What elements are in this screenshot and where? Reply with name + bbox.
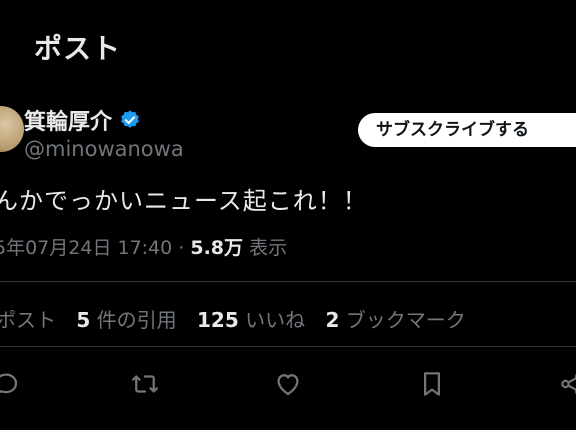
views-count: 5.8万 xyxy=(190,237,244,259)
engagement-stats: ポスト 5 件の引用 125 いいね 2 ブックマーク xyxy=(0,304,480,333)
avatar[interactable] xyxy=(0,106,24,152)
quotes-stat[interactable]: 5 件の引用 xyxy=(76,308,176,332)
reply-icon[interactable] xyxy=(0,369,21,399)
subscribe-button[interactable]: サブスクライブする xyxy=(358,113,576,147)
reposts-stat[interactable]: ポスト xyxy=(0,308,56,332)
author-name[interactable]: 箕輪厚介 xyxy=(24,104,112,136)
author-handle[interactable]: @minowanowa xyxy=(24,137,184,161)
views-label: 表示 xyxy=(243,237,288,259)
bookmarks-count: 2 xyxy=(325,308,340,332)
likes-count: 125 xyxy=(197,308,239,332)
author-name-row: 箕輪厚介 xyxy=(24,104,141,136)
verified-badge-icon xyxy=(119,109,141,131)
likes-stat[interactable]: 125 いいね xyxy=(197,308,305,332)
like-icon[interactable] xyxy=(273,369,303,399)
bookmark-icon[interactable] xyxy=(417,369,447,399)
post-detail-page: ポスト 箕輪厚介 @minowanowa サブスクライブする んかでっかいニュー… xyxy=(0,0,576,430)
bookmarks-stat[interactable]: 2 ブックマーク xyxy=(325,308,465,332)
post-text: んかでっかいニュース起これ！！ xyxy=(0,187,368,215)
page-title: ポスト xyxy=(34,32,122,65)
quotes-count: 5 xyxy=(76,308,91,332)
quotes-label: 件の引用 xyxy=(96,308,177,332)
reposts-label: ポスト xyxy=(0,308,56,332)
post-timestamp[interactable]: 5年07月24日 17:40 · xyxy=(0,237,190,259)
bookmarks-label: ブックマーク xyxy=(345,308,466,332)
repost-icon[interactable] xyxy=(130,369,160,399)
post-meta: 5年07月24日 17:40 · 5.8万 表示 xyxy=(0,233,287,260)
divider xyxy=(0,346,576,347)
share-icon[interactable] xyxy=(558,369,576,399)
likes-label: いいね xyxy=(245,308,306,332)
divider xyxy=(0,281,576,282)
